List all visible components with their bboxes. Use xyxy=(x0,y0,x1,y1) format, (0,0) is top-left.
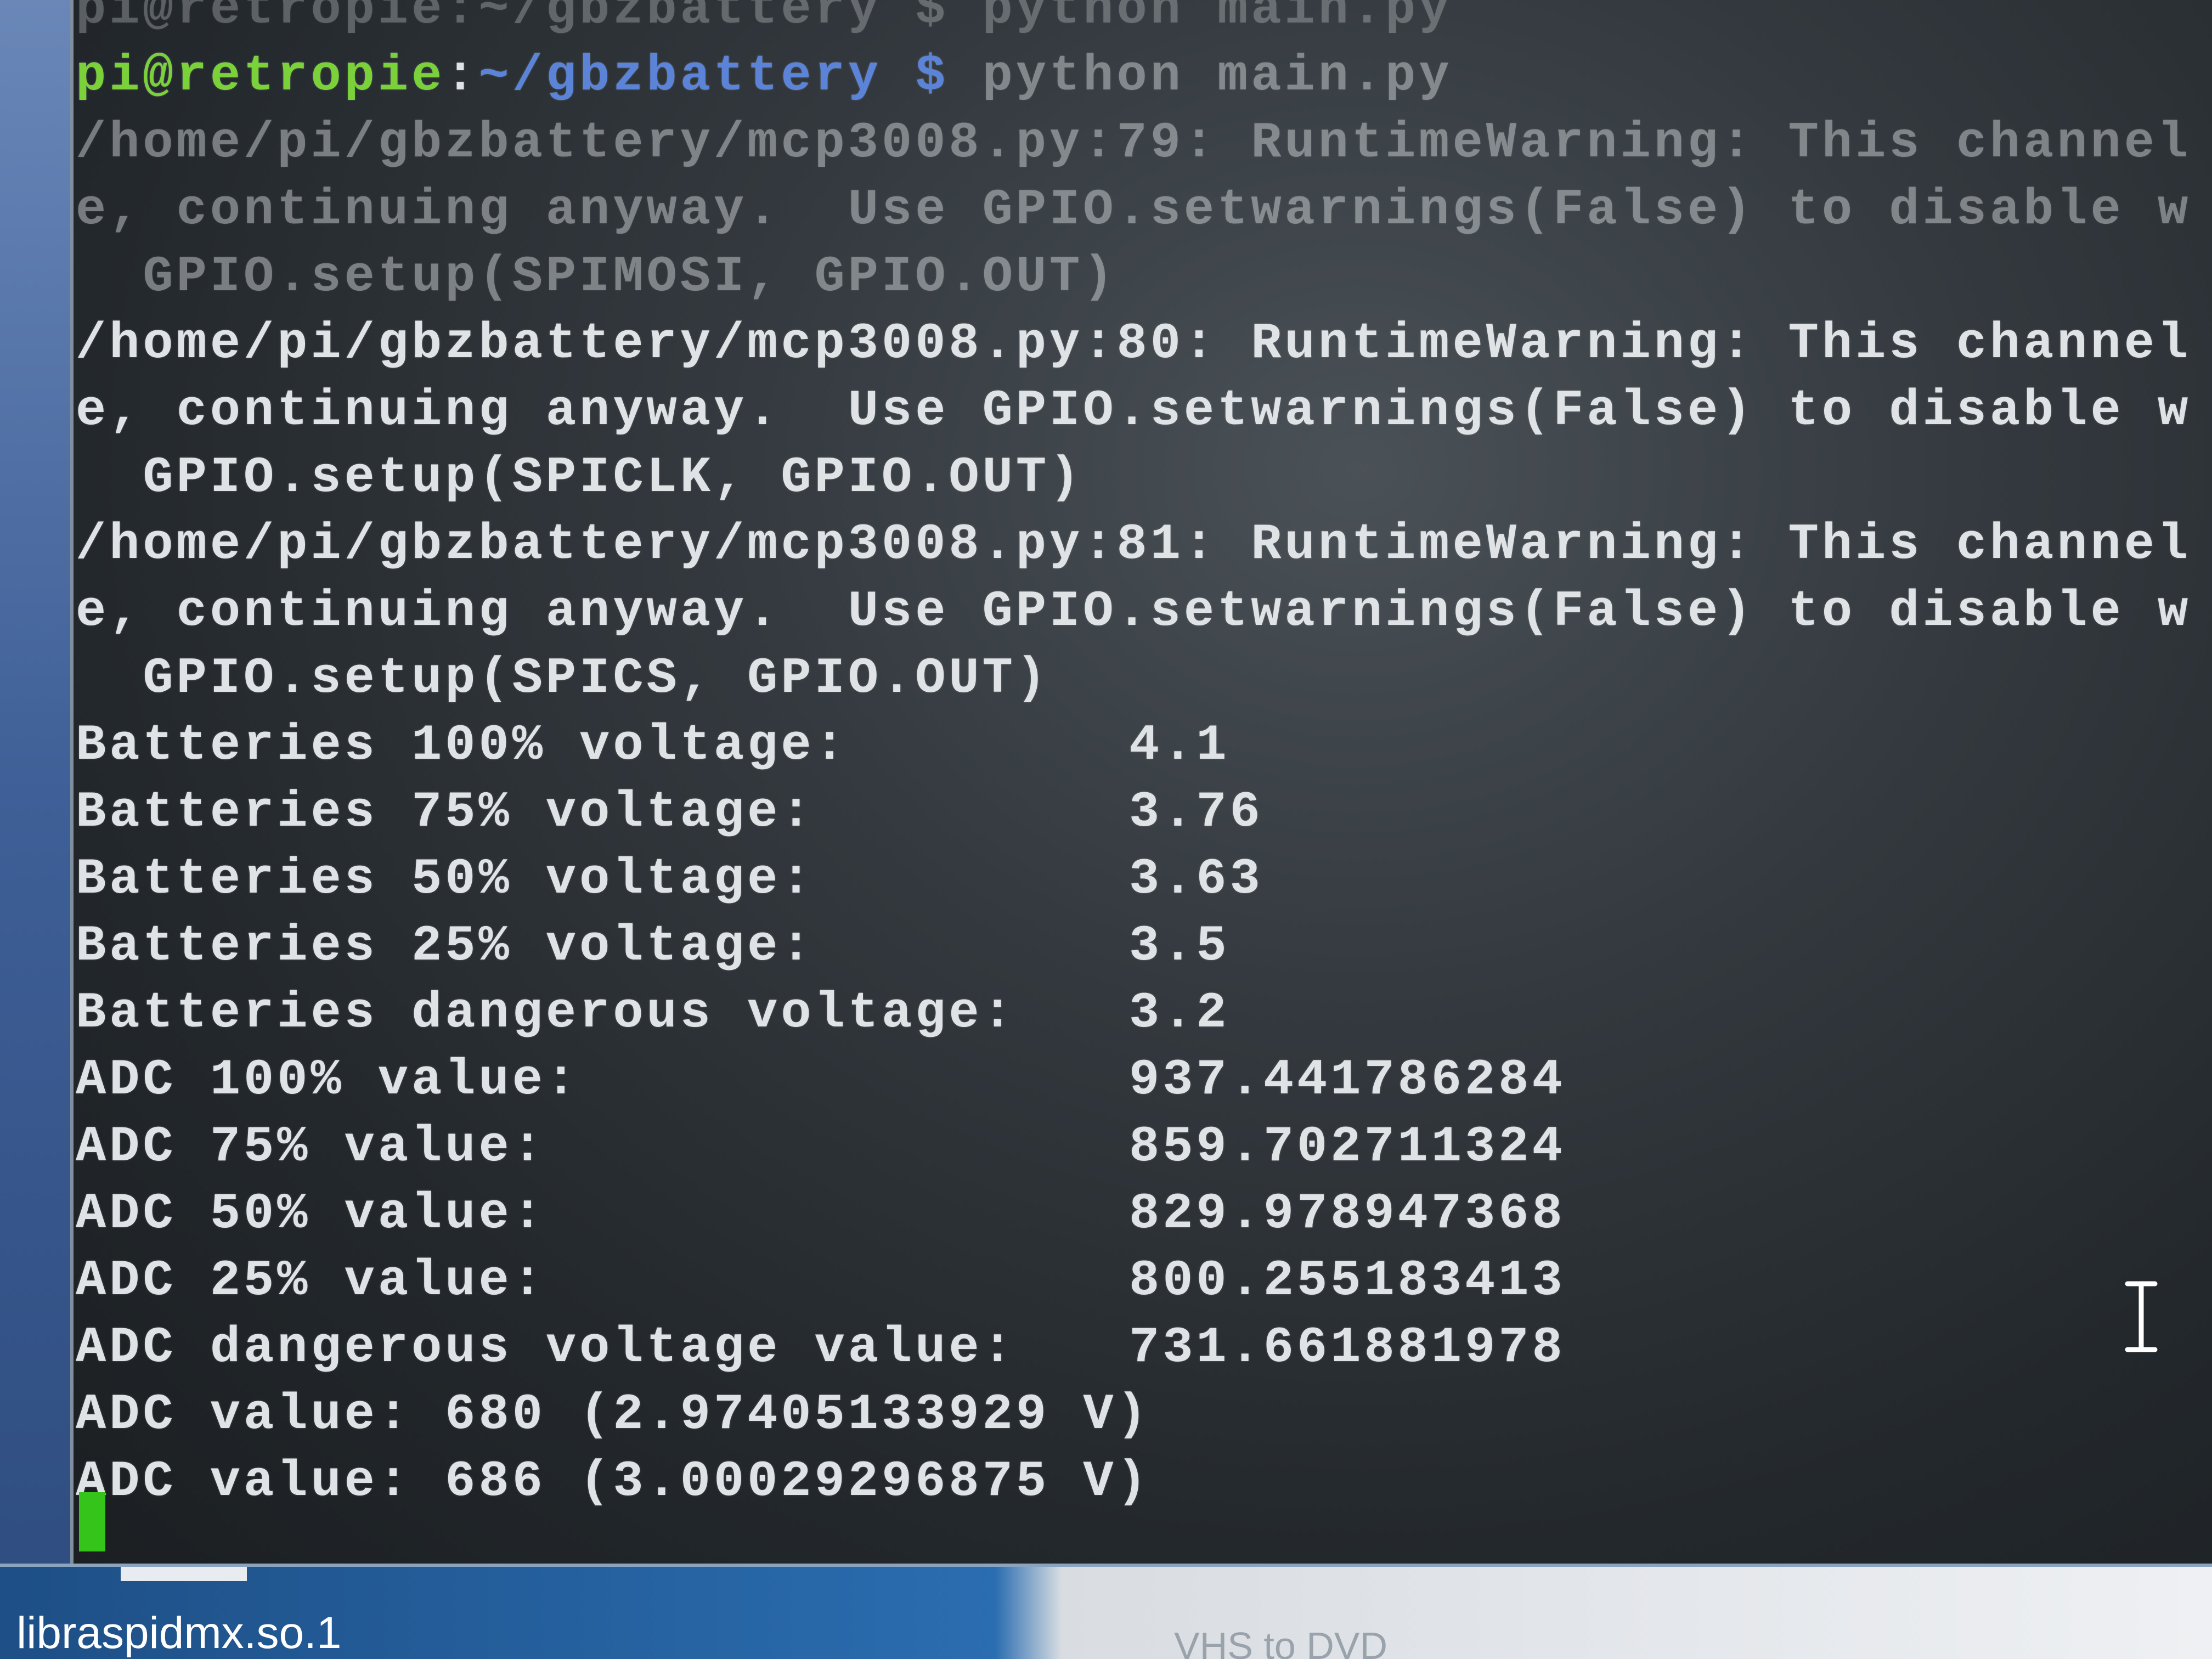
terminal-line: GPIO.setup(SPICLK, GPIO.OUT) xyxy=(76,444,2210,511)
terminal-text: GPIO.setup(SPIMOSI, GPIO.OUT) xyxy=(76,248,1117,306)
terminal-window[interactable]: pi@retropie:~/gbzbattery $ python main.p… xyxy=(70,0,2212,1564)
folder-label[interactable]: VHS to DVD xyxy=(1174,1624,1387,1659)
setting-value: 937.441786284 xyxy=(1129,1051,1566,1109)
i-beam-cursor-icon xyxy=(2125,1281,2158,1352)
terminal-text: /home/pi/gbzbattery/mcp3008.py:79: Runti… xyxy=(76,114,2192,172)
terminal-cursor-block xyxy=(79,1492,105,1551)
terminal-line: e, continuing anyway. Use GPIO.setwarnin… xyxy=(76,177,2210,244)
setting-label: Batteries 25% voltage: xyxy=(76,917,815,975)
terminal-line: Batteries 100% voltage: 4.1 xyxy=(76,712,2210,779)
terminal-line: Batteries 75% voltage: 3.76 xyxy=(76,779,2210,846)
terminal-line: ADC 25% value: 800.255183413 xyxy=(76,1248,2210,1314)
setting-value: 3.2 xyxy=(1129,984,1230,1042)
terminal-line: /home/pi/gbzbattery/mcp3008.py:81: Runti… xyxy=(76,511,2210,578)
setting-label: ADC 25% value: xyxy=(76,1252,546,1310)
terminal-text: python main.py xyxy=(949,47,1453,105)
terminal-text: pi@retropie:~/gbzbattery $ python main.p… xyxy=(76,0,1453,38)
terminal-text: ADC value: 686 (3.00029296875 V) xyxy=(76,1453,1150,1510)
terminal-text: : xyxy=(445,47,479,105)
terminal-line: Batteries 50% voltage: 3.63 xyxy=(76,846,2210,913)
file-name-label[interactable]: libraspidmx.so.1 xyxy=(16,1607,341,1659)
setting-label: ADC 100% value: xyxy=(76,1051,580,1109)
terminal-line: ADC value: 686 (3.00029296875 V) xyxy=(76,1448,2210,1515)
terminal-line: ADC dangerous voltage value: 731.66188197… xyxy=(76,1314,2210,1381)
setting-value: 800.255183413 xyxy=(1129,1252,1566,1310)
desktop-background xyxy=(0,0,70,1591)
terminal-text: GPIO.setup(SPICS, GPIO.OUT) xyxy=(76,650,1050,707)
terminal-text: e, continuing anyway. Use GPIO.setwarnin… xyxy=(76,583,2192,640)
terminal-text: /home/pi/gbzbattery/mcp3008.py:80: Runti… xyxy=(76,315,2192,373)
setting-value: 3.76 xyxy=(1129,783,1263,841)
terminal-text: pi@retropie xyxy=(76,47,445,105)
setting-value: 731.661881978 xyxy=(1129,1319,1566,1376)
terminal-line: ADC 100% value: 937.441786284 xyxy=(76,1047,2210,1114)
terminal-output: pi@retropie:~/gbzbattery $ python main.p… xyxy=(76,0,2210,1515)
terminal-line: GPIO.setup(SPIMOSI, GPIO.OUT) xyxy=(76,244,2210,311)
setting-value: 3.5 xyxy=(1129,917,1230,975)
window-edge xyxy=(0,1564,2212,1567)
terminal-text: e, continuing anyway. Use GPIO.setwarnin… xyxy=(76,382,2192,439)
scrollbar-thumb[interactable] xyxy=(121,1567,247,1581)
setting-label: Batteries 50% voltage: xyxy=(76,850,815,908)
setting-value: 859.702711324 xyxy=(1129,1118,1566,1176)
terminal-line: Batteries dangerous voltage: 3.2 xyxy=(76,980,2210,1047)
setting-value: 829.978947368 xyxy=(1129,1185,1566,1243)
setting-label: ADC 50% value: xyxy=(76,1185,546,1243)
terminal-line: /home/pi/gbzbattery/mcp3008.py:80: Runti… xyxy=(76,311,2210,377)
setting-label: Batteries 100% voltage: xyxy=(76,716,848,774)
terminal-line: GPIO.setup(SPICS, GPIO.OUT) xyxy=(76,645,2210,712)
terminal-text: /home/pi/gbzbattery/mcp3008.py:81: Runti… xyxy=(76,516,2192,573)
terminal-text: ~/gbzbattery $ xyxy=(478,47,949,105)
setting-label: ADC dangerous voltage value: xyxy=(76,1319,1016,1376)
setting-label: Batteries dangerous voltage: xyxy=(76,984,1016,1042)
terminal-line: /home/pi/gbzbattery/mcp3008.py:79: Runti… xyxy=(76,110,2210,177)
setting-label: Batteries 75% voltage: xyxy=(76,783,815,841)
terminal-text: e, continuing anyway. Use GPIO.setwarnin… xyxy=(76,181,2192,239)
terminal-text: GPIO.setup(SPICLK, GPIO.OUT) xyxy=(76,449,1084,506)
terminal-text: ADC value: 680 (2.97405133929 V) xyxy=(76,1386,1150,1443)
setting-value: 4.1 xyxy=(1129,716,1230,774)
setting-value: 3.63 xyxy=(1129,850,1263,908)
terminal-line: Batteries 25% voltage: 3.5 xyxy=(76,913,2210,980)
terminal-line: pi@retropie:~/gbzbattery $ python main.p… xyxy=(76,0,2210,43)
terminal-line: pi@retropie:~/gbzbattery $ python main.p… xyxy=(76,43,2210,110)
photo-of-screen: pi@retropie:~/gbzbattery $ python main.p… xyxy=(0,0,2212,1659)
terminal-line: e, continuing anyway. Use GPIO.setwarnin… xyxy=(76,578,2210,645)
terminal-line: ADC 50% value: 829.978947368 xyxy=(76,1181,2210,1248)
setting-label: ADC 75% value: xyxy=(76,1118,546,1176)
terminal-line: ADC value: 680 (2.97405133929 V) xyxy=(76,1381,2210,1448)
terminal-line: e, continuing anyway. Use GPIO.setwarnin… xyxy=(76,377,2210,444)
terminal-line: ADC 75% value: 859.702711324 xyxy=(76,1114,2210,1181)
